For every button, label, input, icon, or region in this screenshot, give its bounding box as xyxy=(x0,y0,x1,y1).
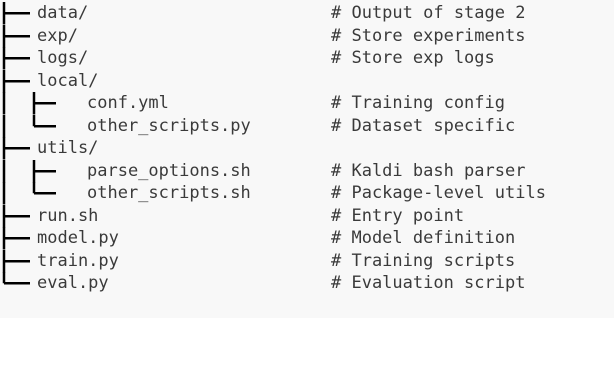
tree-entry-comment: # Output of stage 2 xyxy=(331,3,526,23)
tree-entry-comment: # Store exp logs xyxy=(331,48,495,68)
directory-tree: data/ # Output of stage 2 exp/ # Store e… xyxy=(0,0,546,295)
tree-entry-comment: # Dataset specific xyxy=(331,115,516,136)
tree-entry-name: eval.py xyxy=(37,273,109,293)
tree-entry-name: conf.yml xyxy=(87,93,169,113)
tree-branch-glyph xyxy=(0,182,90,205)
tree-branch-glyph xyxy=(0,114,90,137)
tree-row: data/ # Output of stage 2 xyxy=(0,2,525,25)
tree-row: logs/ # Store exp logs xyxy=(0,47,495,70)
tree-branch-glyph xyxy=(0,92,90,115)
tree-row: other_scripts.py # Dataset specific xyxy=(0,114,515,137)
tree-entry-name: local/ xyxy=(37,70,99,91)
tree-entry-name: exp/ xyxy=(37,25,78,46)
tree-row: local/ xyxy=(0,69,98,92)
tree-row: parse_options.sh # Kaldi bash parser xyxy=(0,159,525,182)
directory-tree-code-block: data/ # Output of stage 2 exp/ # Store e… xyxy=(0,0,614,318)
tree-entry-name: run.sh xyxy=(37,205,99,226)
tree-entry-name: model.py xyxy=(37,228,119,248)
tree-row: eval.py # Evaluation script xyxy=(0,272,525,295)
tree-connector-lines xyxy=(2,114,56,137)
tree-branch-glyph xyxy=(0,159,90,182)
tree-row: exp/ # Store experiments xyxy=(0,24,525,47)
tree-row: other_scripts.sh # Package-level utils xyxy=(0,182,546,205)
tree-entry-name: logs/ xyxy=(37,48,89,68)
tree-entry-comment: # Evaluation script xyxy=(331,273,526,293)
tree-row: run.sh # Entry point xyxy=(0,204,464,227)
tree-entry-comment: # Model definition xyxy=(331,228,516,248)
tree-entry-name: other_scripts.sh xyxy=(87,183,251,203)
tree-entry-name: utils/ xyxy=(37,138,99,158)
tree-row: model.py # Model definition xyxy=(0,227,515,250)
tree-entry-name: parse_options.sh xyxy=(87,160,251,181)
tree-entry-comment: # Kaldi bash parser xyxy=(331,160,526,181)
tree-connector-lines xyxy=(2,159,56,182)
tree-entry-comment: # Entry point xyxy=(331,205,465,226)
tree-connector-lines xyxy=(2,92,56,115)
tree-entry-comment: # Store experiments xyxy=(331,25,526,46)
tree-entry-comment: # Training config xyxy=(331,93,505,113)
tree-entry-comment: # Training scripts xyxy=(331,250,516,271)
tree-entry-name: data/ xyxy=(37,3,89,23)
tree-entry-name: train.py xyxy=(37,250,119,271)
tree-row: utils/ xyxy=(0,137,98,160)
tree-row: train.py # Training scripts xyxy=(0,249,515,272)
tree-connector-lines xyxy=(2,182,56,205)
tree-entry-name: other_scripts.py xyxy=(87,115,251,136)
tree-entry-comment: # Package-level utils xyxy=(331,183,546,203)
tree-row: conf.yml # Training config xyxy=(0,92,505,115)
